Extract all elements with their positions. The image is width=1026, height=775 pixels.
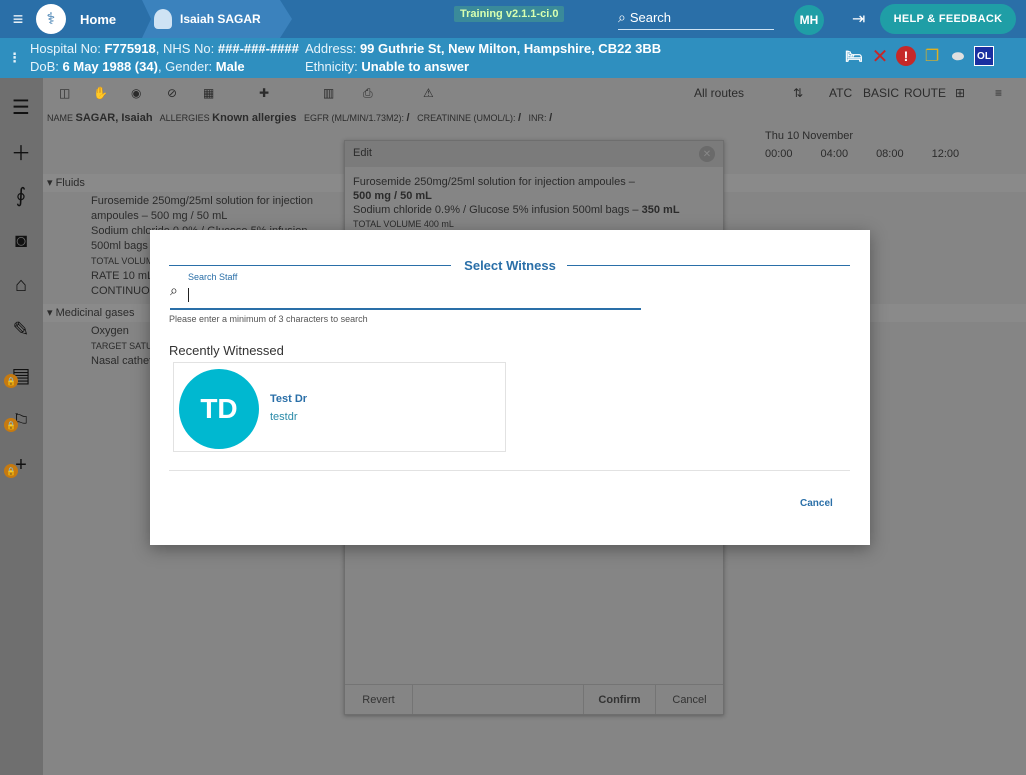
stethoscope-icon[interactable]: ∮ — [8, 182, 34, 208]
home-link[interactable]: Home — [80, 12, 142, 27]
warning-icon[interactable]: ⚠ — [423, 86, 434, 100]
banner-line-1: Hospital No: F775918, NHS No: ###-###-##… — [30, 41, 299, 56]
logout-icon[interactable]: ⇥ — [852, 9, 865, 29]
copy-icon[interactable]: ❐ — [922, 46, 942, 66]
timeline-hours: 00:00 04:00 08:00 12:00 — [765, 148, 960, 160]
banner-alert-icons: 🛏 ✕ ! ❐ ⬬ OL — [844, 46, 994, 68]
print-icon[interactable]: ⎙ — [363, 86, 373, 101]
menu-icon[interactable]: ≡ — [0, 9, 36, 30]
alert-icon[interactable]: ! — [896, 46, 916, 66]
witness-username: testdr — [270, 411, 298, 423]
banner-address: Address: 99 Guthrie St, New Milton, Hamp… — [305, 41, 662, 56]
gas-row[interactable]: Oxygen TARGET SATU Nasal cathet — [91, 324, 153, 369]
route-toggle[interactable]: ROUTE — [904, 86, 946, 100]
bed-icon[interactable]: 🛏 — [844, 46, 864, 66]
select-witness-modal: Select Witness Search Staff ⌕ Please ent… — [150, 230, 870, 545]
camera-icon[interactable]: ◙ — [8, 228, 34, 254]
eye-icon[interactable]: ◉ — [131, 86, 141, 100]
left-sidebar: ☰ ＋ ∮ ◙ ⌂ ✎ ▤ 🔒 ⚐ 🔒 + 🔒 — [0, 78, 43, 775]
chart-toolbar: ◫ ✋ ◉ ⊘ ▦ ✚ ▥ ⎙ ⚠ All routes ⇅ ATC BASIC… — [43, 78, 1026, 110]
search-staff-label: Search Staff — [188, 272, 238, 282]
basic-toggle[interactable]: BASIC — [863, 86, 899, 100]
pill-icon[interactable]: ⬬ — [948, 46, 968, 66]
banner-line-2: DoB: 6 May 1988 (34), Gender: Male — [30, 59, 245, 74]
footer-spacer — [413, 685, 584, 714]
confirm-button[interactable]: Confirm — [584, 685, 656, 714]
document-icon[interactable]: ▦ — [203, 86, 214, 100]
recently-witnessed-heading: Recently Witnessed — [169, 343, 284, 358]
compass-icon[interactable]: ⊘ — [167, 86, 177, 100]
modal-divider — [169, 470, 850, 471]
patient-icon — [154, 9, 172, 29]
sort-icon[interactable]: ⇅ — [793, 86, 803, 100]
patient-tab-name: Isaiah SAGAR — [180, 12, 261, 26]
cross-icon[interactable]: ✕ — [870, 46, 890, 68]
house-icon[interactable]: ⌂ — [8, 272, 34, 298]
menu-icon[interactable]: ≡ — [995, 86, 1002, 100]
edit-document-icon[interactable]: ✎ — [8, 316, 34, 342]
global-search[interactable]: ⌕ Search — [618, 6, 774, 30]
add-medication-icon[interactable]: ✚ — [259, 86, 269, 100]
edit-panel-body: Furosemide 250mg/25ml solution for injec… — [353, 176, 680, 229]
banner-ethnicity: Ethnicity: Unable to answer — [305, 59, 470, 74]
ol-badge[interactable]: OL — [974, 46, 994, 66]
user-avatar[interactable]: MH — [794, 5, 824, 35]
calendar-icon[interactable]: ▥ — [323, 86, 334, 100]
edit-panel-title: Edit — [353, 147, 372, 159]
view-icon[interactable]: ◫ — [59, 86, 70, 100]
text-caret — [188, 288, 189, 302]
more-vert-icon[interactable]: ⋮ — [8, 50, 21, 66]
grid-icon[interactable]: ⊞ — [955, 86, 965, 100]
lock-icon: 🔒 — [4, 464, 18, 478]
cancel-button[interactable]: Cancel — [800, 498, 833, 509]
app-logo[interactable]: ⚕ — [36, 4, 66, 34]
patient-banner: ⋮ Hospital No: F775918, NHS No: ###-###-… — [0, 38, 1026, 78]
modal-title: Select Witness — [464, 258, 556, 273]
edit-panel-header: Edit ✕ — [345, 141, 723, 167]
close-icon[interactable]: ✕ — [699, 146, 715, 162]
search-hint: Please enter a minimum of 3 characters t… — [169, 314, 368, 324]
timeline-date: Thu 10 November — [765, 130, 854, 142]
patient-tab[interactable]: Isaiah SAGAR — [142, 0, 292, 38]
lock-icon: 🔒 — [4, 418, 18, 432]
edit-panel-footer: Revert Confirm Cancel — [345, 684, 723, 714]
list-icon[interactable]: ☰ — [8, 94, 34, 120]
timeline-header: Thu 10 November 00:00 04:00 08:00 12:00 — [765, 130, 959, 160]
revert-button[interactable]: Revert — [345, 685, 413, 714]
witness-name: Test Dr — [270, 393, 308, 405]
atc-toggle[interactable]: ATC — [829, 86, 852, 100]
help-feedback-button[interactable]: HELP & FEEDBACK — [880, 4, 1016, 34]
cancel-edit-button[interactable]: Cancel — [656, 685, 723, 714]
patient-info-strip: NAME SAGAR, Isaiah ALLERGIES Known aller… — [47, 112, 553, 124]
witness-avatar: TD — [179, 369, 259, 449]
search-staff-input[interactable] — [170, 282, 641, 310]
routes-select[interactable]: All routes — [694, 86, 744, 100]
add-icon[interactable]: ＋ — [8, 138, 34, 165]
search-icon: ⌕ — [618, 9, 626, 25]
witness-card[interactable]: TD Test Dr testdr — [173, 362, 506, 452]
lock-icon: 🔒 — [4, 374, 18, 388]
training-badge: Training v2.1.1-ci.0 — [454, 6, 565, 22]
global-search-placeholder: Search — [629, 10, 672, 25]
top-nav-bar: ≡ ⚕ Home Isaiah SAGAR Training v2.1.1-ci… — [0, 0, 1026, 38]
hand-icon[interactable]: ✋ — [93, 86, 108, 100]
